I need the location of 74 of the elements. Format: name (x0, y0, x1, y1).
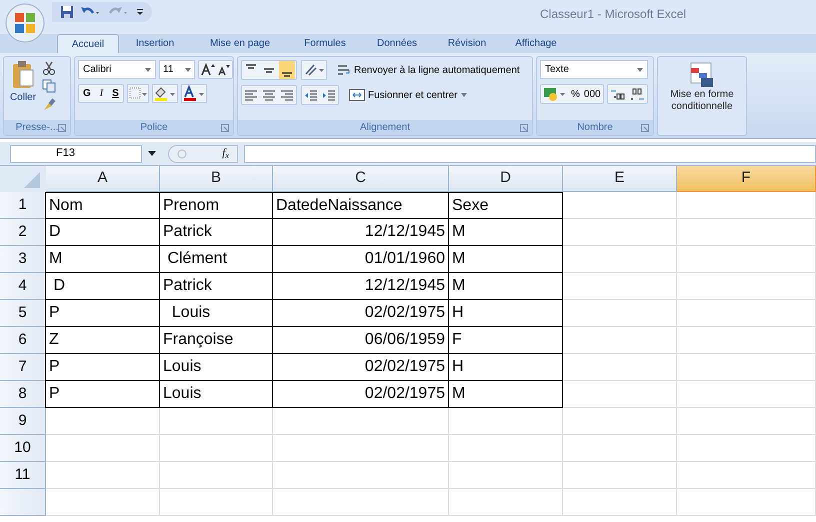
insert-function-button[interactable]: f$_{x}$ (222, 145, 229, 162)
row-header[interactable]: 1 (0, 192, 46, 219)
row-header[interactable]: 6 (0, 327, 46, 354)
font-size-field[interactable]: 11 (159, 60, 195, 79)
row-header[interactable]: 5 (0, 300, 46, 327)
table-cell: 12/12/1945 (273, 219, 449, 246)
table-cell: Z (45, 327, 160, 354)
table-cell: DatedeNaissance (273, 192, 449, 219)
table-cell: H (449, 300, 563, 327)
table-cell: Sexe (449, 192, 563, 219)
italic-button[interactable]: I (98, 86, 106, 101)
table-cell: M (449, 381, 563, 408)
table-cell: 01/01/1960 (273, 246, 449, 273)
table-cell: P (45, 381, 160, 408)
table-cell: P (45, 300, 160, 327)
table-cell: M (449, 219, 563, 246)
column-header[interactable]: E (563, 166, 677, 192)
table-cell: 02/02/1975 (273, 354, 449, 381)
table-cell: Clément (160, 246, 273, 273)
ribbon-tab[interactable]: Formules (289, 34, 361, 53)
row-header[interactable]: 9 (0, 408, 46, 435)
table-cell: Louis (160, 354, 273, 381)
table-cell: Prenom (160, 192, 273, 219)
thousands-button[interactable]: 000 (584, 86, 601, 102)
row-header[interactable]: 4 (0, 273, 46, 300)
table-cell: 02/02/1975 (273, 300, 449, 327)
table-cell: Louis (160, 300, 273, 327)
table-cell: P (45, 354, 160, 381)
group-label: Police (140, 121, 168, 135)
underline-button[interactable]: S (110, 86, 121, 101)
row-header[interactable]: 8 (0, 381, 46, 408)
percent-button[interactable]: % (571, 86, 580, 102)
column-header[interactable]: B (160, 166, 273, 192)
number-format-field[interactable]: Texte (540, 60, 648, 79)
ribbon-tab[interactable]: Données (361, 34, 433, 53)
group-label: Nombre (577, 121, 613, 135)
ribbon-tab[interactable]: Accueil (57, 34, 119, 53)
column-header[interactable]: A (46, 166, 160, 192)
table-cell: M (449, 246, 563, 273)
table-cell: 12/12/1945 (273, 273, 449, 300)
table-cell: 06/06/1959 (273, 327, 449, 354)
row-header[interactable]: 2 (0, 219, 46, 246)
bold-button[interactable]: G (81, 86, 93, 101)
name-box[interactable]: F13 (10, 144, 142, 162)
row-header[interactable]: 10 (0, 435, 46, 462)
column-header[interactable]: C (273, 166, 449, 192)
ribbon-tab[interactable]: Insertion (119, 34, 191, 53)
table-cell: Françoise (160, 327, 273, 354)
table-cell: D (45, 273, 160, 300)
window-title: Classeur1 - Microsoft Excel (540, 6, 686, 23)
table-cell: Nom (45, 192, 160, 219)
font-name-field[interactable]: Calibri (78, 60, 156, 79)
group-label: Presse-... (16, 121, 58, 135)
table-cell: Patrick (160, 273, 273, 300)
table-cell: M (45, 246, 160, 273)
column-header[interactable]: F (677, 166, 816, 192)
table-cell: M (449, 273, 563, 300)
row-header[interactable]: 7 (0, 354, 46, 381)
table-cell: Louis (160, 381, 273, 408)
table-cell: 02/02/1975 (273, 381, 449, 408)
column-header[interactable]: D (449, 166, 563, 192)
table-cell: Patrick (160, 219, 273, 246)
row-header[interactable]: 3 (0, 246, 46, 273)
ribbon-tab[interactable]: Mise en page (191, 34, 289, 53)
merge-center-button[interactable]: Fusionner et centrer (349, 88, 466, 102)
ribbon-tab[interactable]: Révision (433, 34, 501, 53)
table-cell: F (449, 327, 563, 354)
ribbon-tab[interactable]: Affichage (501, 34, 571, 53)
table-cell: H (449, 354, 563, 381)
paste-button[interactable]: Coller (7, 60, 39, 120)
row-header[interactable]: 11 (0, 462, 46, 489)
table-cell: D (45, 219, 160, 246)
wrap-text-button[interactable]: Renvoyer à la ligne automatiquement (337, 62, 520, 78)
group-label: Alignement (360, 121, 410, 135)
